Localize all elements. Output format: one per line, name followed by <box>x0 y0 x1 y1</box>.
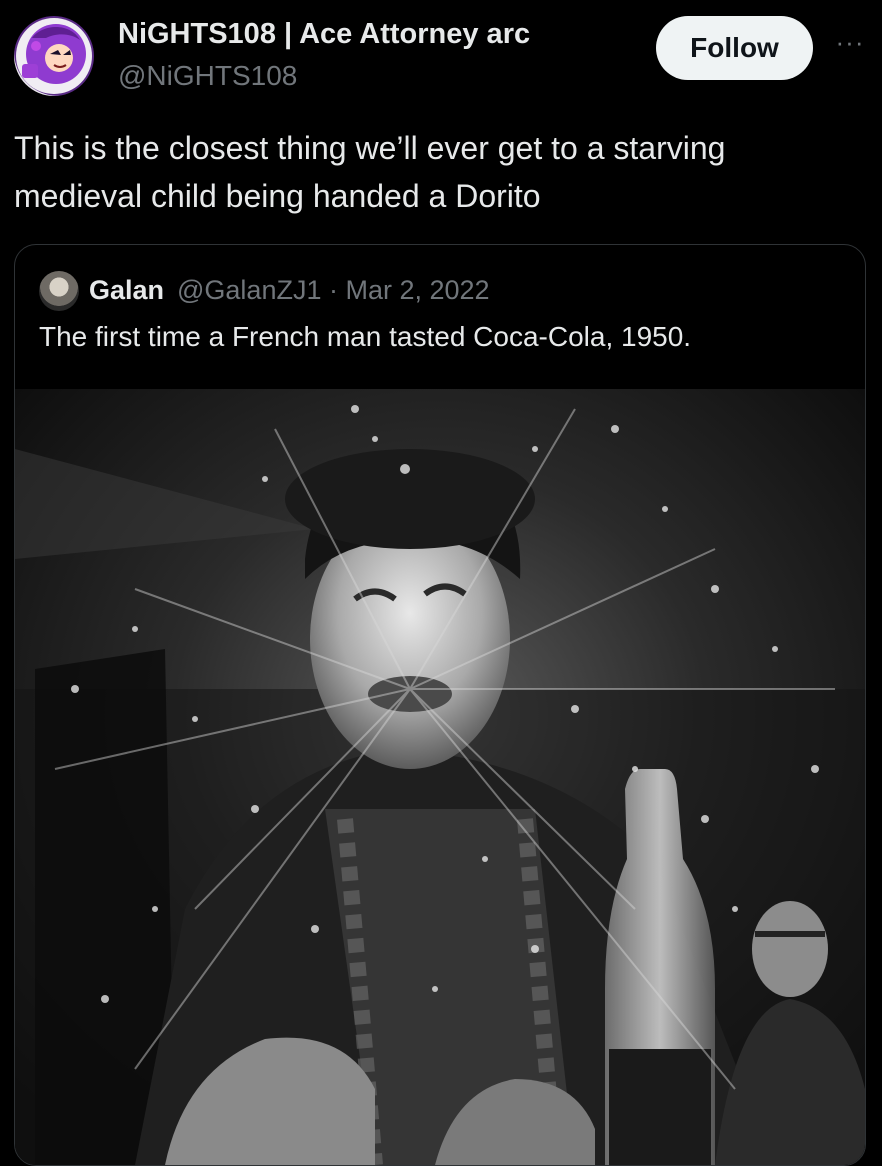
quoted-tweet-card[interactable]: Galan @GalanZJ1 · Mar 2, 2022 The first … <box>14 244 866 1166</box>
tweet-header: NiGHTS108 | Ace Attorney arc @NiGHTS108 … <box>0 0 882 110</box>
quoted-author-avatar[interactable] <box>39 271 79 311</box>
more-options-icon[interactable]: ··· <box>828 20 872 64</box>
author-avatar[interactable] <box>14 16 94 96</box>
author-display-name[interactable]: NiGHTS108 | Ace Attorney arc <box>118 18 530 51</box>
author-handle[interactable]: @NiGHTS108 <box>118 60 297 92</box>
follow-button[interactable]: Follow <box>656 16 813 80</box>
quoted-tweet-text: The first time a French man tasted Coca-… <box>39 321 692 352</box>
avatar-illustration <box>16 18 92 94</box>
photo-illustration <box>15 389 865 1165</box>
quoted-author-name[interactable]: Galan <box>89 275 164 306</box>
quoted-tweet-photo[interactable] <box>15 389 865 1165</box>
quoted-author-meta: @GalanZJ1 · Mar 2, 2022 <box>177 275 490 305</box>
tweet-text: This is the closest thing we’ll ever get… <box>14 130 726 214</box>
